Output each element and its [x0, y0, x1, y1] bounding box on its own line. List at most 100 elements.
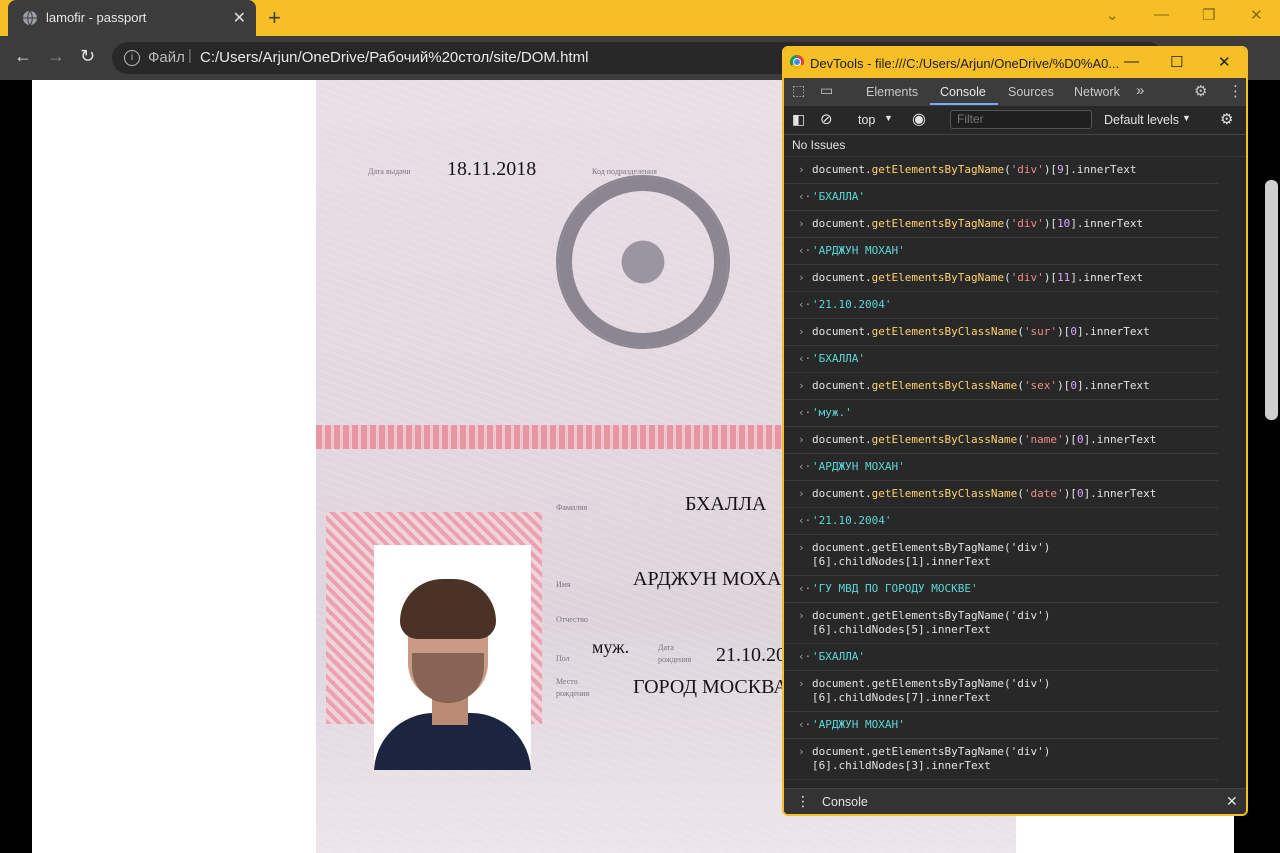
tab-console[interactable]: Console — [940, 85, 986, 99]
input-chevron-icon: › — [798, 609, 805, 622]
page-scrollbar-thumb[interactable] — [1265, 180, 1278, 420]
code-arg: 'sex' — [1023, 379, 1058, 392]
code-line-1: document.getElementsByTagName('div') — [812, 745, 1051, 758]
console-settings-gear-icon[interactable]: ⚙ — [1220, 110, 1233, 128]
chevron-down-icon[interactable]: ⌄ — [1106, 6, 1119, 24]
forward-icon[interactable]: → — [47, 46, 65, 67]
console-result-row[interactable]: ‹· 'АРДЖУН МОХАН' — [784, 238, 1218, 265]
tab-elements[interactable]: Elements — [866, 85, 918, 99]
devtools-tabbar: ⬚ ▭ Elements Console Sources Network » ⚙… — [784, 78, 1246, 106]
code-arg: 'date' — [1023, 487, 1064, 500]
result-value: 'АРДЖУН МОХАН' — [812, 244, 905, 257]
name-label: Имя — [556, 580, 571, 589]
sidebar-toggle-icon[interactable]: ◧ — [792, 111, 805, 128]
console-result-row[interactable]: ‹· '21.10.2004' — [784, 292, 1218, 319]
console-input-row[interactable]: › document.getElementsByTagName('div') [6]… — [784, 671, 1218, 712]
surname: БХАЛЛА — [685, 493, 767, 515]
code-idx: 0 — [1076, 433, 1084, 446]
result-arrow-icon: ‹· — [798, 514, 812, 527]
code-obj: document. — [812, 217, 872, 230]
console-result-row[interactable]: ‹· '21.10.2004' — [784, 508, 1218, 535]
console-result-row[interactable]: ‹· 'АРДЖУН МОХАН' — [784, 454, 1218, 481]
console-input-row[interactable]: › document.getElementsByTagName('div') [6]… — [784, 535, 1218, 576]
console-result-row[interactable]: ‹· 'БХАЛЛА' — [784, 644, 1218, 671]
issue-date-label: Дата выдачи — [368, 167, 411, 176]
code-fn: getElementsByClassName — [871, 379, 1018, 392]
maximize-icon[interactable]: ☐ — [1170, 53, 1183, 71]
given-name: АРДЖУН МОХАН — [633, 568, 796, 590]
console-result-row[interactable]: ‹· 'ГУ МВД ПО ГОРОДУ МОСКВЕ' — [784, 576, 1218, 603]
console-input-row[interactable]: › document.getElementsByTagName('div') [6]… — [784, 603, 1218, 644]
minimize-icon[interactable]: — — [1124, 53, 1139, 70]
info-icon[interactable]: i — [124, 50, 140, 66]
code-open: ( — [1004, 163, 1011, 176]
console-toolbar: ◧ ⊘ top ▼ ◉ Default levels ▼ ⚙ — [784, 106, 1246, 135]
close-window-icon[interactable]: ✕ — [1250, 6, 1263, 24]
close-tab-icon[interactable]: ✕ — [233, 8, 246, 28]
reload-icon[interactable]: ↻ — [80, 46, 95, 67]
result-arrow-icon: ‹· — [798, 718, 812, 731]
settings-gear-icon[interactable]: ⚙ — [1194, 82, 1207, 100]
surname-label: Фамилия — [556, 503, 588, 512]
input-chevron-icon: › — [798, 163, 805, 176]
console-input-row[interactable]: › document.getElementsByTagName('div')[9]… — [784, 157, 1218, 184]
result-value: 'АРДЖУН МОХАН' — [812, 718, 905, 731]
tab-network[interactable]: Network — [1074, 85, 1120, 99]
console-input-row[interactable]: › document.getElementsByClassName('sex')[… — [784, 373, 1218, 400]
console-input-row[interactable]: › document.getElementsByTagName('div') [6]… — [784, 739, 1218, 780]
close-icon[interactable]: ✕ — [1218, 53, 1231, 71]
code-fn: getElementsByTagName — [871, 163, 1005, 176]
code-tail: ].innerText — [1076, 379, 1150, 392]
tab-sources[interactable]: Sources — [1008, 85, 1054, 99]
code-close: )[ — [1063, 433, 1077, 446]
drawer-menu-icon[interactable]: ⋮ — [796, 793, 810, 810]
tab-passport[interactable]: lamofir - passport ✕ — [8, 0, 256, 36]
code-idx: 9 — [1057, 163, 1064, 176]
chevron-down-icon[interactable]: ▼ — [1182, 113, 1191, 123]
devtools-title: DevTools - file:///C:/Users/Arjun/OneDri… — [810, 56, 1120, 71]
new-tab-button[interactable]: + — [268, 5, 281, 31]
filter-input[interactable] — [950, 110, 1092, 129]
birthplace: ГОРОД МОСКВА — [633, 676, 788, 698]
console-input-row[interactable]: › document.getElementsByTagName('div')[11… — [784, 265, 1218, 292]
more-menu-icon[interactable]: ⋮ — [1228, 82, 1243, 100]
console-input-row[interactable]: › document.getElementsByClassName('sur')[… — [784, 319, 1218, 346]
console-output[interactable]: › document.getElementsByTagName('div')[9]… — [784, 156, 1246, 814]
tab-strip: lamofir - passport ✕ + ⌄ — ❐ ✕ — [0, 0, 1280, 36]
inspect-element-icon[interactable]: ⬚ — [792, 82, 805, 99]
result-arrow-icon: ‹· — [798, 460, 812, 473]
code-fn: getElementsByClassName — [871, 325, 1018, 338]
console-result-row[interactable]: ‹· 'БХАЛЛА' — [784, 346, 1218, 373]
console-input-row[interactable]: › document.getElementsByClassName('name')… — [784, 427, 1218, 454]
result-arrow-icon: ‹· — [798, 244, 812, 257]
result-arrow-icon: ‹· — [798, 406, 812, 419]
clear-console-icon[interactable]: ⊘ — [820, 110, 833, 128]
code-obj: document. — [812, 433, 872, 446]
result-value: 'муж.' — [812, 406, 852, 419]
code-line-2: [6].childNodes[5].innerText — [812, 623, 991, 636]
drawer-tab-console[interactable]: Console — [822, 795, 868, 809]
result-value: 'ГУ МВД ПО ГОРОДУ МОСКВЕ' — [812, 582, 978, 595]
restore-icon[interactable]: ❐ — [1202, 6, 1215, 24]
minimize-icon[interactable]: — — [1154, 6, 1169, 23]
result-value: '21.10.2004' — [812, 298, 892, 311]
console-result-row[interactable]: ‹·'муж.' — [784, 400, 1218, 427]
console-result-row[interactable]: ‹· 'БХАЛЛА' — [784, 184, 1218, 211]
live-expression-eye-icon[interactable]: ◉ — [912, 109, 926, 129]
close-drawer-icon[interactable]: ✕ — [1226, 793, 1238, 810]
code-fn: getElementsByTagName — [871, 271, 1005, 284]
drawer-bar: ⋮ Console ✕ — [784, 788, 1246, 814]
console-result-row[interactable]: ‹· 'АРДЖУН МОХАН' — [784, 712, 1218, 739]
back-icon[interactable]: ← — [14, 46, 32, 67]
console-input-row[interactable]: › document.getElementsByTagName('div')[10… — [784, 211, 1218, 238]
console-input-row[interactable]: › document.getElementsByClassName('date')… — [784, 481, 1218, 508]
log-levels-select[interactable]: Default levels — [1104, 113, 1179, 127]
active-tab-indicator — [930, 103, 998, 105]
more-tabs-icon[interactable]: » — [1136, 82, 1144, 99]
input-chevron-icon: › — [798, 217, 805, 230]
chevron-down-icon[interactable]: ▼ — [884, 113, 893, 123]
url-text[interactable]: C:/Users/Arjun/OneDrive/Рабочий%20стол/s… — [200, 49, 588, 66]
device-toolbar-icon[interactable]: ▭ — [820, 82, 833, 99]
context-select[interactable]: top — [858, 113, 875, 127]
code-arg: 'div' — [1010, 271, 1044, 284]
